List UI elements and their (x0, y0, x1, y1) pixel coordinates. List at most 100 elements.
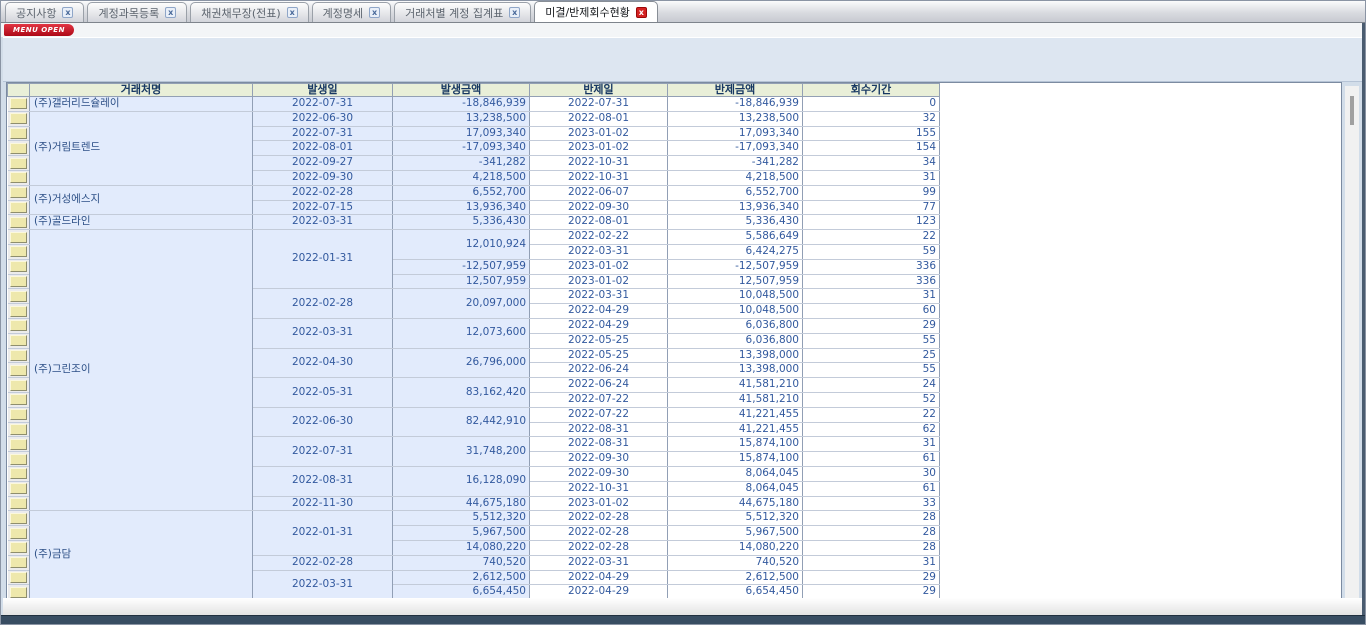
row-selector-pill[interactable] (10, 246, 28, 257)
collection-days-cell: 62 (803, 422, 940, 437)
tab-3[interactable]: 채권채무장(전표)x (190, 2, 308, 22)
row-selector-pill[interactable] (10, 528, 28, 539)
row-selector[interactable] (8, 511, 30, 526)
row-selector-pill[interactable] (10, 335, 28, 346)
row-selector[interactable] (8, 215, 30, 230)
horizontal-scrollbar[interactable] (3, 598, 1365, 615)
occur-date-cell: 2022-04-30 (253, 348, 393, 378)
row-selector-pill[interactable] (10, 261, 28, 272)
row-selector[interactable] (8, 452, 30, 467)
close-icon[interactable]: x (509, 7, 520, 18)
tab-4[interactable]: 계정명세x (312, 2, 391, 22)
settle-amount-cell: 6,654,450 (668, 585, 803, 599)
row-selector-pill[interactable] (10, 513, 28, 524)
row-selector[interactable] (8, 333, 30, 348)
row-selector[interactable] (8, 289, 30, 304)
row-selector-pill[interactable] (10, 172, 28, 183)
row-selector-pill[interactable] (10, 291, 28, 302)
row-selector-pill[interactable] (10, 365, 28, 376)
row-selector-pill[interactable] (10, 306, 28, 317)
vertical-scrollbar-thumb[interactable] (1350, 96, 1354, 125)
row-selector-pill[interactable] (10, 439, 28, 450)
row-selector[interactable] (8, 170, 30, 185)
row-selector-pill[interactable] (10, 542, 28, 553)
occur-amount-cell: 20,097,000 (393, 289, 530, 319)
settle-amount-cell: 12,507,959 (668, 274, 803, 289)
row-selector[interactable] (8, 244, 30, 259)
row-selector[interactable] (8, 126, 30, 141)
row-selector-pill[interactable] (10, 350, 28, 361)
tab-5[interactable]: 거래처별 계정 집계표x (394, 2, 531, 22)
row-selector[interactable] (8, 407, 30, 422)
row-selector[interactable] (8, 111, 30, 126)
tab-label: 계정과목등록 (98, 5, 159, 21)
close-icon[interactable]: x (369, 7, 380, 18)
row-selector-pill[interactable] (10, 187, 28, 198)
row-selector[interactable] (8, 274, 30, 289)
column-header[interactable]: 회수기간 (803, 84, 940, 97)
collection-days-cell: 25 (803, 348, 940, 363)
row-selector[interactable] (8, 555, 30, 570)
close-icon[interactable]: x (165, 7, 176, 18)
row-selector[interactable] (8, 259, 30, 274)
menu-open-button[interactable]: MENU OPEN (4, 24, 74, 36)
row-selector[interactable] (8, 363, 30, 378)
close-icon[interactable]: x (62, 7, 73, 18)
row-selector-pill[interactable] (10, 394, 28, 405)
column-header[interactable]: 발생일 (253, 84, 393, 97)
close-icon[interactable]: x (636, 7, 647, 18)
row-selector[interactable] (8, 481, 30, 496)
row-selector-pill[interactable] (10, 587, 28, 598)
tab-1[interactable]: 공지사항x (5, 2, 84, 22)
row-selector-pill[interactable] (10, 158, 28, 169)
column-header[interactable]: 발생금액 (393, 84, 530, 97)
row-selector[interactable] (8, 97, 30, 112)
row-selector-pill[interactable] (10, 98, 28, 109)
row-selector-pill[interactable] (10, 572, 28, 583)
row-selector[interactable] (8, 348, 30, 363)
row-selector-pill[interactable] (10, 217, 28, 228)
row-selector[interactable] (8, 570, 30, 585)
row-selector-pill[interactable] (10, 424, 28, 435)
row-selector[interactable] (8, 466, 30, 481)
row-selector[interactable] (8, 200, 30, 215)
row-selector-pill[interactable] (10, 380, 28, 391)
row-selector-pill[interactable] (10, 409, 28, 420)
row-selector-pill[interactable] (10, 113, 28, 124)
row-selector-pill[interactable] (10, 276, 28, 287)
collection-days-cell: 31 (803, 555, 940, 570)
row-selector[interactable] (8, 230, 30, 245)
vertical-scrollbar[interactable] (1345, 86, 1359, 598)
settle-amount-cell: 6,424,275 (668, 244, 803, 259)
row-selector[interactable] (8, 526, 30, 541)
row-selector[interactable] (8, 437, 30, 452)
column-header[interactable]: 반제일 (530, 84, 668, 97)
tab-2[interactable]: 계정과목등록 x (87, 2, 187, 22)
row-selector-pill[interactable] (10, 143, 28, 154)
row-selector[interactable] (8, 585, 30, 599)
row-selector-pill[interactable] (10, 483, 28, 494)
row-selector-pill[interactable] (10, 320, 28, 331)
row-selector[interactable] (8, 392, 30, 407)
row-selector-pill[interactable] (10, 454, 28, 465)
row-selector[interactable] (8, 496, 30, 511)
column-header[interactable]: 반제금액 (668, 84, 803, 97)
row-selector[interactable] (8, 318, 30, 333)
tab-6[interactable]: 미결/반제회수현황x (534, 1, 658, 22)
row-selector-pill[interactable] (10, 557, 28, 568)
row-selector-pill[interactable] (10, 202, 28, 213)
row-selector-pill[interactable] (10, 232, 28, 243)
row-selector-pill[interactable] (10, 498, 28, 509)
column-header[interactable]: 거래처명 (30, 84, 253, 97)
row-selector[interactable] (8, 540, 30, 555)
row-selector[interactable] (8, 304, 30, 319)
row-selector[interactable] (8, 422, 30, 437)
row-selector[interactable] (8, 378, 30, 393)
row-selector[interactable] (8, 185, 30, 200)
row-selector[interactable] (8, 156, 30, 171)
row-selector-pill[interactable] (10, 128, 28, 139)
row-selector-pill[interactable] (10, 468, 28, 479)
row-selector[interactable] (8, 141, 30, 156)
close-icon[interactable]: x (287, 7, 298, 18)
settle-amount-cell: 15,874,100 (668, 437, 803, 452)
